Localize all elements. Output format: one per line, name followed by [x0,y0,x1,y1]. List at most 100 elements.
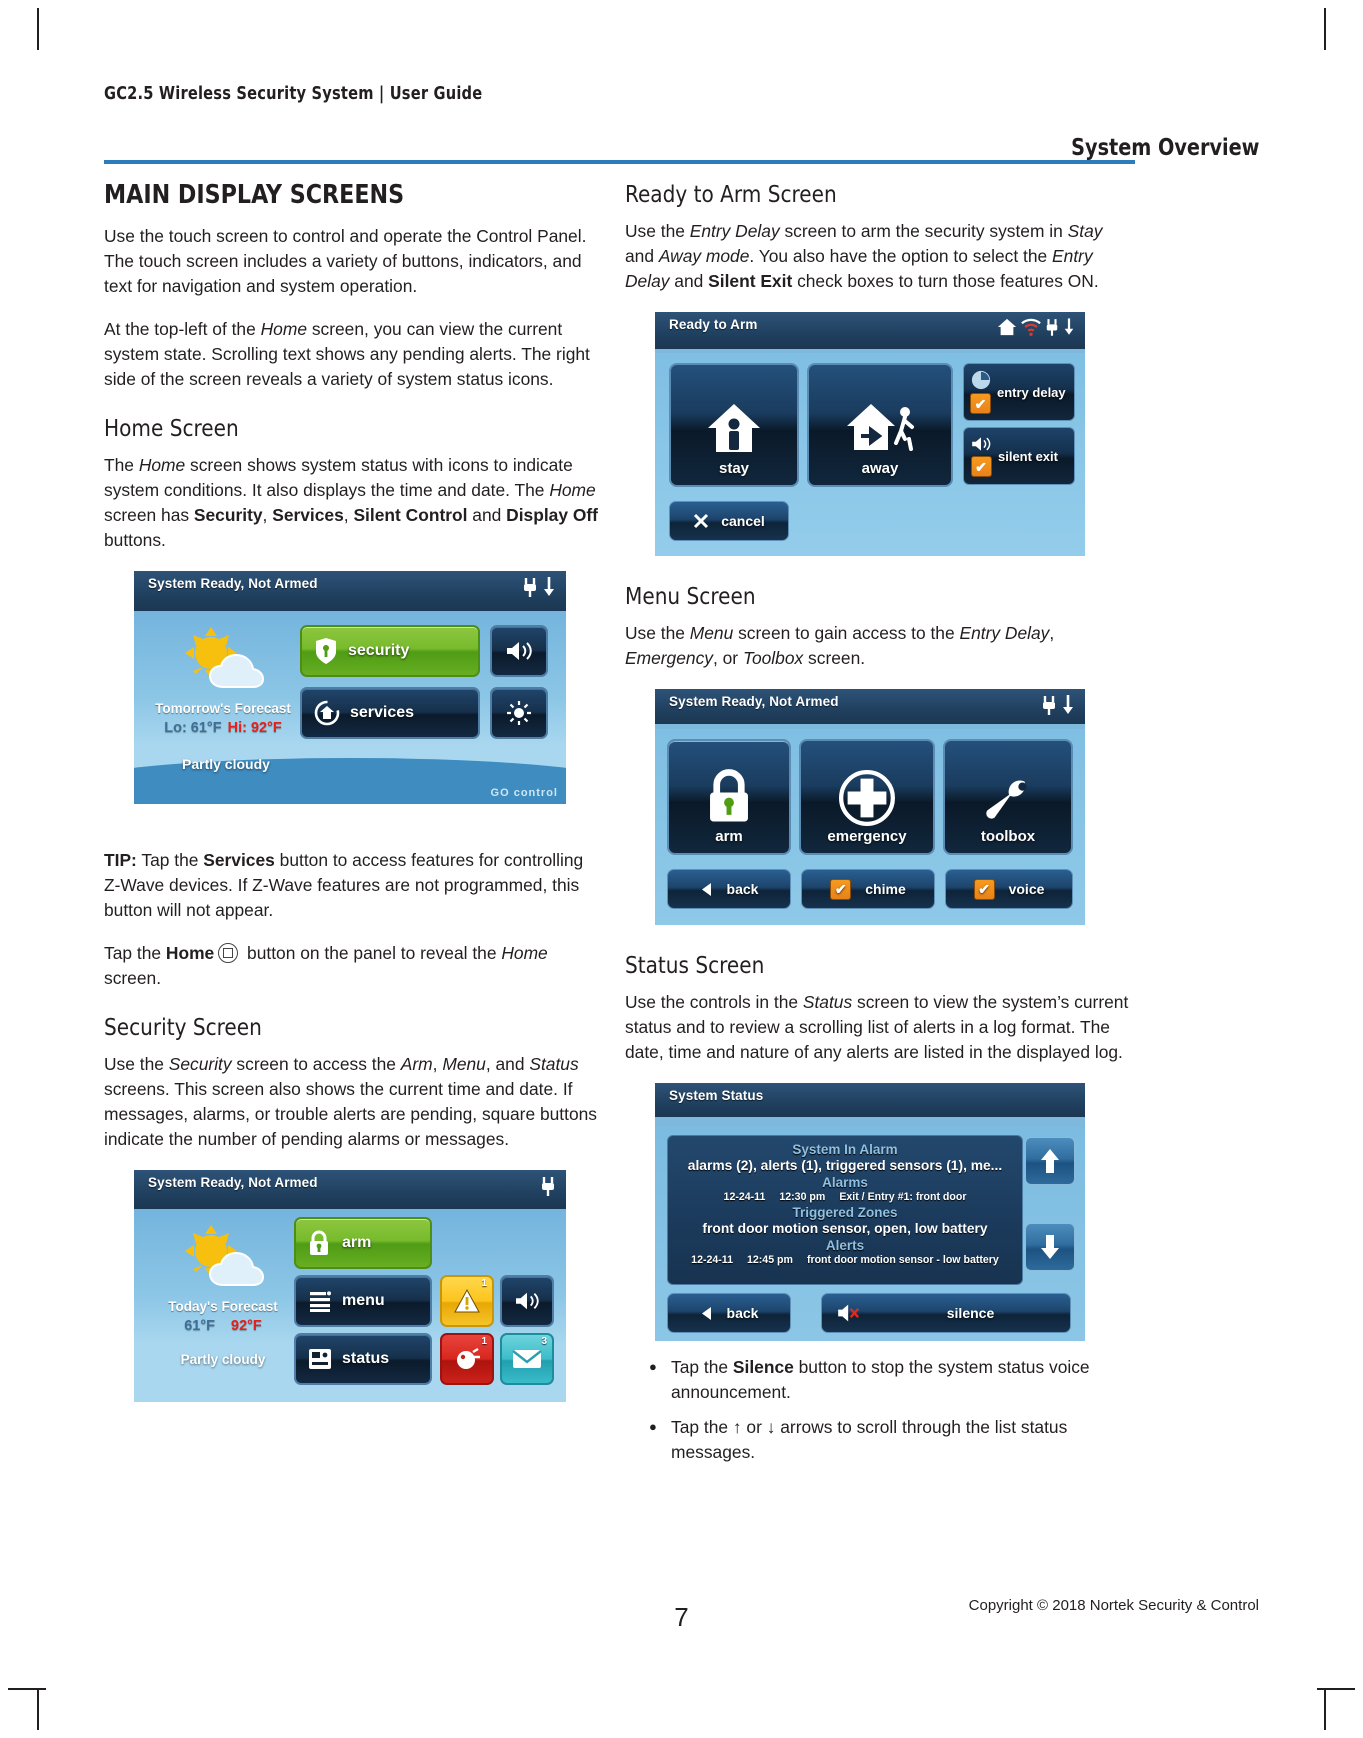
home-services-label: services [350,703,415,721]
lock-icon [310,1230,328,1256]
security-alarm-button[interactable]: 1 [440,1333,494,1386]
emergency-cross-icon [839,770,895,827]
rta-cancel-button[interactable]: cancel [669,501,789,542]
rta-silent-exit-checkbox[interactable]: ✔ silent exit [963,427,1075,486]
home-security-label: security [348,641,410,659]
home-screen-paragraph: The Home screen shows system status with… [104,455,598,550]
menu-chime-check[interactable]: ✔ [830,878,852,900]
stay-home-icon [708,404,760,453]
security-volume-button[interactable] [500,1275,554,1328]
home-screen-heading: Home Screen [104,414,239,442]
security-status-label: status [342,1350,390,1368]
status-alarm-row: 12-24-11 12:30 pm Exit / Entry #1: front… [668,1191,1022,1203]
ac-power-icon [1043,696,1055,715]
rta-silent-exit-label: silent exit [998,448,1058,464]
rta-silent-exit-check[interactable]: ✔ [970,456,992,478]
status-log-summary: alarms (2), alerts (1), triggered sensor… [687,1157,1003,1173]
status-alarm-date: 12-24-11 [723,1190,766,1203]
menu-emergency-button[interactable]: emergency [799,739,935,856]
security-arm-button[interactable]: arm [294,1217,432,1270]
status-log-box: System In Alarm alarms (2), alerts (1), … [667,1134,1023,1285]
menu-arm-label: arm [715,828,743,846]
security-titlebar-text: System Ready, Not Armed [148,1175,318,1190]
rta-entry-delay-checkbox[interactable]: ✔ entry delay [963,363,1075,422]
status-back-button[interactable]: back [667,1293,791,1333]
download-arrow-icon [1064,318,1074,335]
rta-entry-delay-label: entry delay [997,384,1066,400]
arrow-down-icon [1041,1234,1059,1259]
status-body: System In Alarm alarms (2), alerts (1), … [655,1126,1085,1341]
rta-away-button[interactable]: away [807,363,953,488]
home-weather-widget: Tomorrow's Forecast Lo: 61°F Hi: 92°F [148,621,298,736]
go-control-logo-text: GO control [490,787,558,799]
back-arrow-icon [701,882,711,896]
security-lo-temp: 61°F [184,1318,215,1335]
ac-power-icon [1046,319,1058,336]
status-scroll-down-button[interactable] [1025,1222,1075,1271]
ac-power-icon [542,1177,554,1196]
home-condition-text: Partly cloudy [182,755,270,772]
home-button-icon [218,943,239,963]
menu-chime-button[interactable]: ✔ chime [801,869,935,910]
speaker-icon [972,437,991,452]
security-messages-button[interactable]: 3 [500,1333,554,1386]
arrow-up-icon [1041,1148,1059,1173]
menu-voice-button[interactable]: ✔ voice [945,869,1073,910]
siren-icon [457,1348,480,1370]
header-rule [104,160,1135,164]
left-column: MAIN DISPLAY SCREENS Use the touch scree… [104,180,604,1402]
menu-arm-button[interactable]: arm [667,739,791,856]
rta-away-label: away [861,460,899,478]
home-icon [997,318,1017,336]
security-alert-button[interactable]: 1 [440,1275,494,1328]
menu-screen-image: System Ready, Not Armed arm emergency to… [655,689,1085,925]
ready-to-arm-paragraph: Use the Entry Delay screen to arm the se… [625,221,1103,291]
status-alarm-text: Exit / Entry #1: front door [839,1190,967,1203]
status-alert-time: 12:45 pm [747,1253,793,1266]
rta-titlebar-text: Ready to Arm [669,317,758,332]
close-icon [694,514,709,529]
status-silence-button[interactable]: silence [821,1293,1071,1333]
envelope-icon [512,1350,542,1369]
menu-screen-paragraph: Use the Menu screen to gain access to th… [625,623,1055,668]
home-screen-image: System Ready, Not Armed Tomorrow's Forec… [134,571,566,804]
status-log-title: System In Alarm [792,1141,898,1157]
home-display-off-button[interactable] [490,686,548,739]
home-hi-temp: Hi: 92°F [227,719,282,736]
security-menu-button[interactable]: menu [294,1275,432,1328]
home-security-button[interactable]: security [300,624,480,677]
wrench-icon [986,780,1027,819]
crop-mark-tl-v [37,8,39,50]
rta-cancel-label: cancel [721,513,765,530]
security-screen-paragraph: Use the Security screen to access the Ar… [104,1054,598,1149]
menu-voice-label: voice [1008,881,1045,898]
security-alarm-badge: 1 [481,1336,487,1348]
security-status-button[interactable]: status [294,1333,432,1386]
services-home-icon [314,700,340,725]
partly-cloudy-icon [167,625,279,695]
security-weather-widget: Today's Forecast 61°F 92°F Partly cloudy [148,1219,298,1367]
menu-back-button[interactable]: back [667,869,791,910]
menu-titlebar: System Ready, Not Armed [655,689,1085,725]
status-bullet-list: Tap the Silence button to stop the syste… [625,1354,1135,1465]
security-hi-temp: 92°F [231,1318,262,1335]
rta-stay-button[interactable]: stay [669,363,799,488]
home-services-button[interactable]: services [300,686,480,739]
menu-voice-check[interactable]: ✔ [973,878,995,900]
security-menu-label: menu [342,1292,385,1310]
rta-stay-label: stay [718,460,750,478]
status-alert-date: 12-24-11 [691,1253,733,1266]
list-item: Tap the Silence button to stop the syste… [625,1354,1135,1405]
menu-toolbox-button[interactable]: toolbox [943,739,1073,856]
status-up-arrow-overlay[interactable] [1025,1136,1075,1185]
home-silent-control-button[interactable] [490,624,548,677]
rta-body: stay away ✔ entry delay ✔ silent exit ca… [655,353,1085,556]
security-screen-image: System Ready, Not Armed Today's Forecast… [134,1170,566,1402]
rta-entry-delay-check[interactable]: ✔ [970,393,991,415]
menu-status-icons [1041,694,1085,716]
status-zones-text: front door motion sensor, open, low batt… [702,1220,988,1236]
crop-mark-bl-v [37,1688,39,1730]
go-control-logo: GO control [491,787,558,799]
brightness-icon [507,700,531,725]
menu-chime-label: chime [865,881,906,898]
